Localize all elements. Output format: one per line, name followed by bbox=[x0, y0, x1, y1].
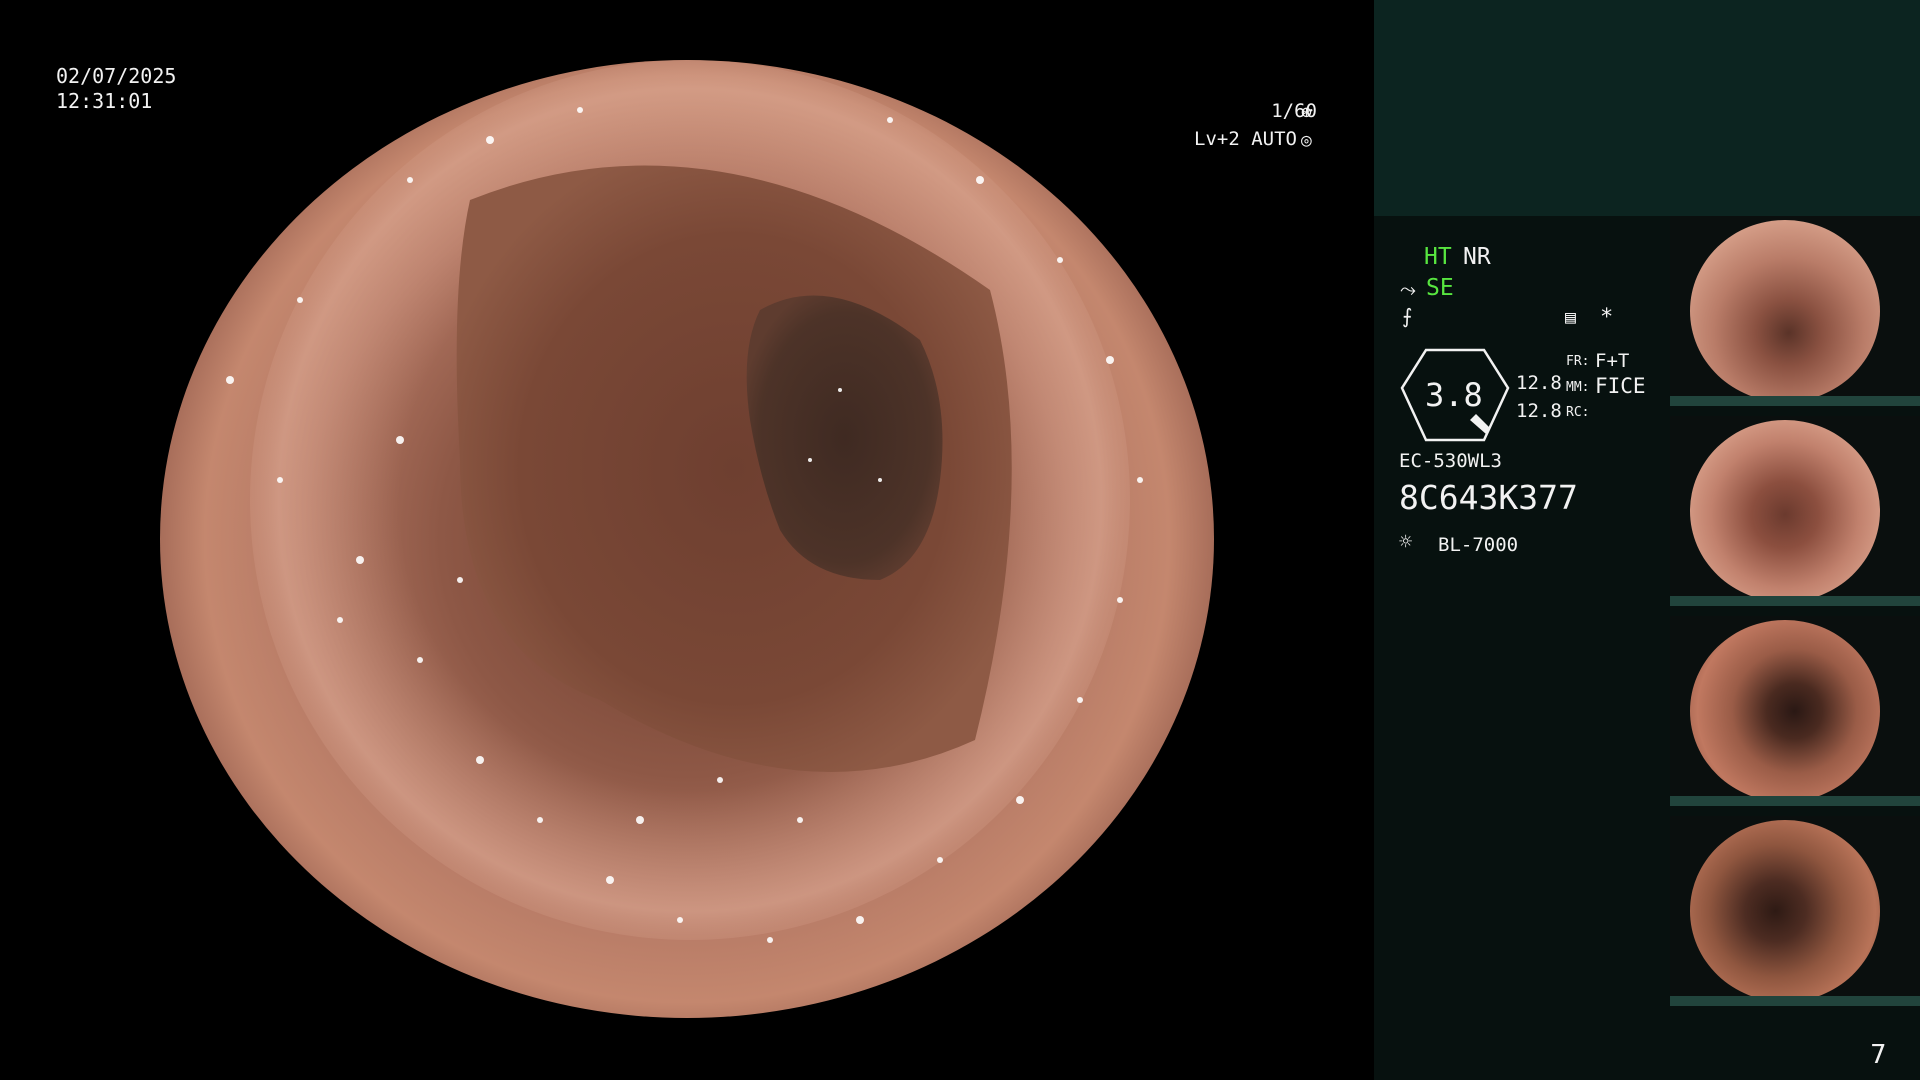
se-indicator: SE bbox=[1426, 275, 1454, 301]
value-1: 12.8 bbox=[1516, 372, 1562, 394]
asterisk-icon: * bbox=[1600, 305, 1614, 330]
image-settings-icon: ▤ bbox=[1565, 307, 1576, 328]
light-source-model: BL-7000 bbox=[1438, 534, 1519, 556]
thumbnail-image bbox=[1690, 220, 1880, 402]
iris-icon: ◎ bbox=[1301, 130, 1312, 151]
level-value: Lv+2 bbox=[1194, 128, 1240, 150]
thumbnail-image bbox=[1690, 820, 1880, 1002]
mm-label: MM: bbox=[1566, 380, 1590, 395]
scope-model: EC-530WL3 bbox=[1399, 450, 1502, 472]
capture-thumbnail[interactable] bbox=[1670, 216, 1920, 406]
color-enhance-icon: ⨍ bbox=[1402, 304, 1413, 328]
rc-label: RC: bbox=[1566, 405, 1590, 420]
light-source-icon: ☼ bbox=[1399, 530, 1413, 555]
thumbnail-bar bbox=[1670, 996, 1920, 1006]
thumbnail-bar bbox=[1670, 596, 1920, 606]
page-number: 7 bbox=[1870, 1040, 1887, 1070]
ht-indicator: HT bbox=[1424, 244, 1452, 270]
scope-serial: 8C643K377 bbox=[1399, 478, 1578, 517]
structure-enhance-icon: ⤳ bbox=[1400, 277, 1416, 301]
thumbnail-bar bbox=[1670, 396, 1920, 406]
fr-value: F+T bbox=[1595, 350, 1630, 372]
auto-mode: AUTO bbox=[1251, 128, 1297, 150]
capture-thumbnail[interactable] bbox=[1670, 416, 1920, 606]
thumbnail-bar bbox=[1670, 796, 1920, 806]
aperture-icon: ⊛ bbox=[1301, 102, 1312, 123]
thumbnail-image bbox=[1690, 620, 1880, 802]
mm-value: FICE bbox=[1595, 374, 1646, 398]
fr-label: FR: bbox=[1566, 354, 1590, 369]
capture-thumbnail[interactable] bbox=[1670, 816, 1920, 1006]
exposure-readout: Lv+2 AUTO bbox=[1194, 128, 1297, 150]
endoscope-live-view bbox=[160, 60, 1214, 1018]
side-panel-header bbox=[1374, 0, 1920, 216]
thumbnail-image bbox=[1690, 420, 1880, 602]
zoom-value: 3.8 bbox=[1425, 376, 1483, 414]
nr-indicator: NR bbox=[1463, 244, 1491, 270]
value-2: 12.8 bbox=[1516, 400, 1562, 422]
capture-thumbnail[interactable] bbox=[1670, 616, 1920, 806]
date-readout: 02/07/2025 bbox=[56, 64, 177, 88]
time-readout: 12:31:01 bbox=[56, 89, 153, 113]
